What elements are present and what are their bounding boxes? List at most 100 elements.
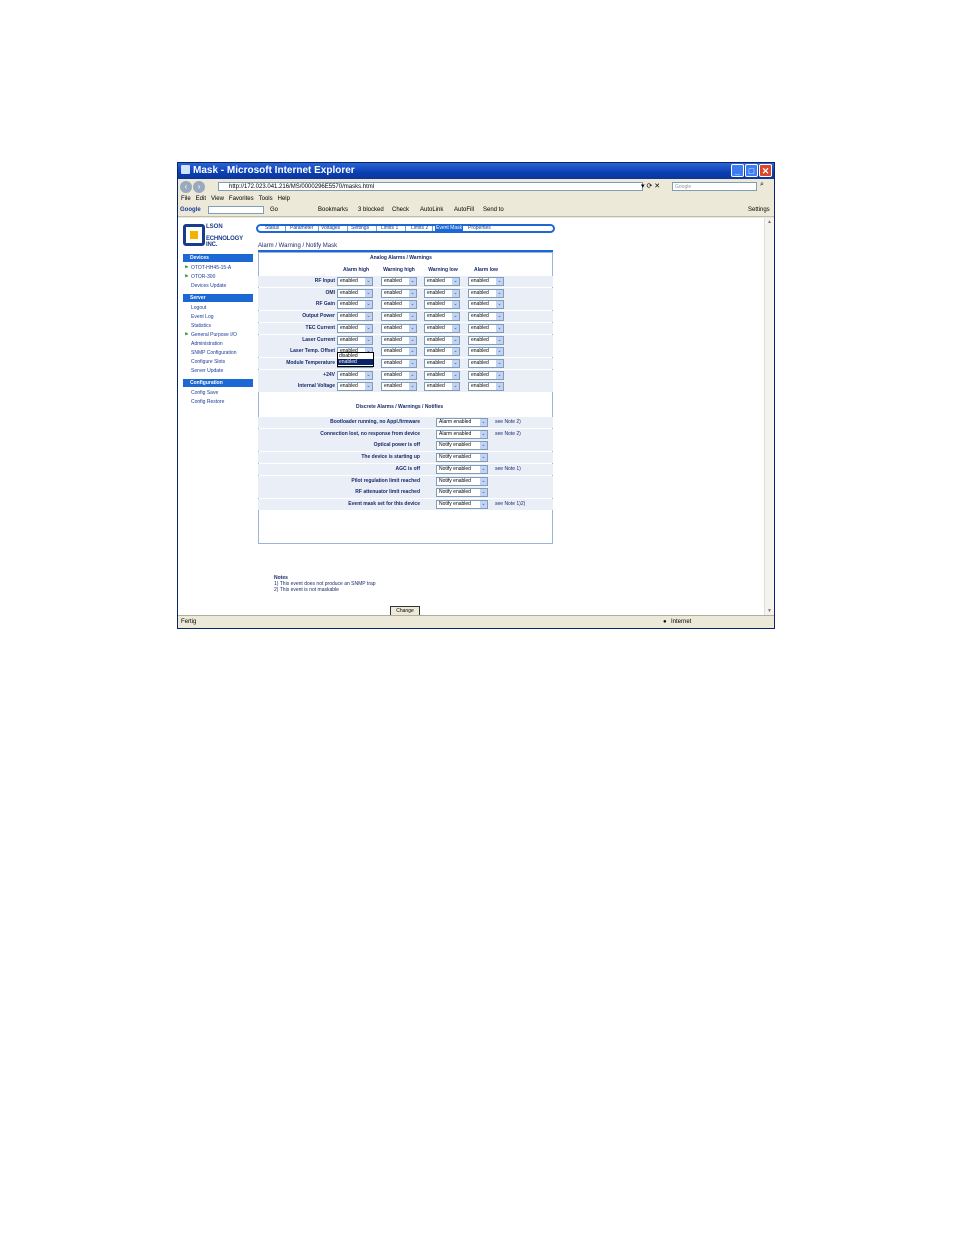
chevron-down-icon[interactable]: ⌄ xyxy=(409,359,416,367)
mask-select[interactable]: enabled ⌄ xyxy=(424,323,460,333)
notify-select[interactable]: Notify enabled ⌄ xyxy=(436,499,488,509)
tab-voltages[interactable]: Voltages xyxy=(321,226,340,231)
chevron-down-icon[interactable]: ⌄ xyxy=(496,383,503,391)
mask-select[interactable]: enabled ⌄ xyxy=(424,300,460,310)
popup-blocked-button[interactable]: 3 blocked xyxy=(358,204,384,216)
notify-select[interactable]: Notify enabled ⌄ xyxy=(436,464,488,474)
mask-select[interactable]: enabled ⌄ xyxy=(337,335,373,345)
notify-select[interactable]: Notify enabled ⌄ xyxy=(436,488,488,498)
menu-view[interactable]: View xyxy=(211,196,224,202)
chevron-down-icon[interactable]: ⌄ xyxy=(452,324,459,332)
chevron-down-icon[interactable]: ⌄ xyxy=(409,371,416,379)
back-icon[interactable]: ‹ xyxy=(180,181,192,193)
chevron-down-icon[interactable]: ⌄ xyxy=(480,500,487,508)
notify-select[interactable]: Alarm enabled ⌄ xyxy=(436,429,488,439)
mask-select[interactable]: enabled ⌄ xyxy=(468,347,504,357)
mask-select[interactable]: enabled ⌄ xyxy=(468,370,504,380)
mask-select[interactable]: enabled ⌄ xyxy=(424,382,460,392)
tab-event-mask[interactable]: Event Mask xyxy=(435,226,464,231)
chevron-down-icon[interactable]: ⌄ xyxy=(409,278,416,285)
sidebar-item-config-save[interactable]: Config Save xyxy=(183,389,253,398)
mask-select[interactable]: enabled ⌄ xyxy=(468,335,504,345)
mask-select[interactable]: enabled ⌄ xyxy=(468,277,504,286)
chevron-down-icon[interactable]: ⌄ xyxy=(452,371,459,379)
sidebar-item-configure-slots[interactable]: Configure Slots xyxy=(183,358,253,367)
mask-select[interactable]: enabled ⌄ xyxy=(381,277,417,286)
scroll-up-icon[interactable]: ▲ xyxy=(765,218,774,227)
mask-select[interactable]: enabled ⌄ xyxy=(381,335,417,345)
mask-select[interactable]: enabled ⌄ xyxy=(337,323,373,333)
mask-select[interactable]: enabled ⌄ xyxy=(468,312,504,322)
chevron-down-icon[interactable]: ⌄ xyxy=(496,278,503,285)
mask-select[interactable]: enabled ⌄ xyxy=(424,312,460,322)
sidebar-item-gpio[interactable]: ⚑ General Purpose I/O xyxy=(183,331,253,340)
sidebar-item-statistics[interactable]: Statistics xyxy=(183,322,253,331)
forward-icon[interactable]: › xyxy=(193,181,205,193)
sidebar-item-snmp[interactable]: SNMP Configuration xyxy=(183,349,253,358)
sendto-button[interactable]: Send to xyxy=(483,204,504,216)
google-search-input[interactable] xyxy=(208,206,264,214)
mask-select[interactable]: enabled ⌄ xyxy=(381,370,417,380)
mask-select[interactable]: enabled ⌄ xyxy=(381,358,417,368)
check-button[interactable]: Check xyxy=(392,204,409,216)
mask-select[interactable]: enabled ⌄ xyxy=(468,300,504,310)
mask-select[interactable]: enabled ⌄ xyxy=(424,347,460,357)
chevron-down-icon[interactable]: ⌄ xyxy=(365,383,372,391)
chevron-down-icon[interactable]: ⌄ xyxy=(452,289,459,297)
mask-select[interactable]: enabled ⌄ xyxy=(424,277,460,286)
minimize-button[interactable]: _ xyxy=(731,164,744,177)
mask-select[interactable]: enabled ⌄ xyxy=(424,335,460,345)
tab-status[interactable]: Status xyxy=(265,226,279,231)
tab-settings[interactable]: Settings xyxy=(351,226,369,231)
refresh-stop-icons[interactable]: ▾ ⟳ ✕ xyxy=(641,182,660,190)
mask-select[interactable]: enabled ⌄ xyxy=(337,288,373,298)
mask-select[interactable]: enabled ⌄ xyxy=(337,382,373,392)
mask-select[interactable]: enabled ⌄ xyxy=(468,288,504,298)
chevron-down-icon[interactable]: ⌄ xyxy=(452,348,459,356)
chevron-down-icon[interactable]: ⌄ xyxy=(452,313,459,321)
sidebar-item-otor[interactable]: ⚑ OTOR-300 xyxy=(183,273,253,282)
vertical-scrollbar[interactable]: ▲ ▼ xyxy=(764,218,774,616)
mask-select[interactable]: enabled ⌄ xyxy=(337,312,373,322)
sidebar-item-logout[interactable]: Logout xyxy=(183,304,253,313)
menu-tools[interactable]: Tools xyxy=(259,196,273,202)
chevron-down-icon[interactable]: ⌄ xyxy=(409,336,416,344)
maximize-button[interactable]: □ xyxy=(745,164,758,177)
chevron-down-icon[interactable]: ⌄ xyxy=(480,465,487,473)
menu-favorites[interactable]: Favorites xyxy=(229,196,254,202)
sidebar-item-otot[interactable]: ⚑ OTOT-HH45-15-A xyxy=(183,264,253,273)
chevron-down-icon[interactable]: ⌄ xyxy=(496,336,503,344)
bookmarks-button[interactable]: Bookmarks xyxy=(318,204,348,216)
settings-button[interactable]: Settings xyxy=(748,204,770,216)
chevron-down-icon[interactable]: ⌄ xyxy=(452,383,459,391)
sidebar-item-devices-update[interactable]: Devices Update xyxy=(183,282,253,291)
notify-select[interactable]: Alarm enabled ⌄ xyxy=(436,418,488,427)
mask-select[interactable]: enabled ⌄ xyxy=(381,382,417,392)
notify-select[interactable]: Notify enabled ⌄ xyxy=(436,453,488,463)
chevron-down-icon[interactable]: ⌄ xyxy=(496,371,503,379)
chevron-down-icon[interactable]: ⌄ xyxy=(496,359,503,367)
chevron-down-icon[interactable]: ⌄ xyxy=(409,313,416,321)
mask-select[interactable]: enabled ⌄ xyxy=(381,323,417,333)
mask-select[interactable]: enabled ⌄ xyxy=(424,370,460,380)
mask-select[interactable]: enabled ⌄ xyxy=(468,358,504,368)
sidebar-item-administration[interactable]: Administration xyxy=(183,340,253,349)
mask-select[interactable]: enabled ⌄ xyxy=(337,300,373,310)
chevron-down-icon[interactable]: ⌄ xyxy=(480,477,487,485)
search-icon[interactable]: ⌕ xyxy=(760,181,764,189)
tab-properties[interactable]: Properties xyxy=(468,226,491,231)
chevron-down-icon[interactable]: ⌄ xyxy=(409,289,416,297)
chevron-down-icon[interactable]: ⌄ xyxy=(452,336,459,344)
chevron-down-icon[interactable]: ⌄ xyxy=(480,454,487,462)
chevron-down-icon[interactable]: ⌄ xyxy=(409,301,416,309)
menu-edit[interactable]: Edit xyxy=(196,196,206,202)
mask-select[interactable]: enabled ⌄ xyxy=(468,382,504,392)
close-button[interactable]: ✕ xyxy=(759,164,772,177)
chevron-down-icon[interactable]: ⌄ xyxy=(365,313,372,321)
mask-select[interactable]: enabled ⌄ xyxy=(424,288,460,298)
chevron-down-icon[interactable]: ⌄ xyxy=(480,489,487,497)
dropdown-option-enabled[interactable]: enabled xyxy=(338,359,373,365)
mask-select[interactable]: enabled ⌄ xyxy=(381,312,417,322)
mask-select[interactable]: enabled ⌄ xyxy=(381,300,417,310)
chevron-down-icon[interactable]: ⌄ xyxy=(452,278,459,285)
